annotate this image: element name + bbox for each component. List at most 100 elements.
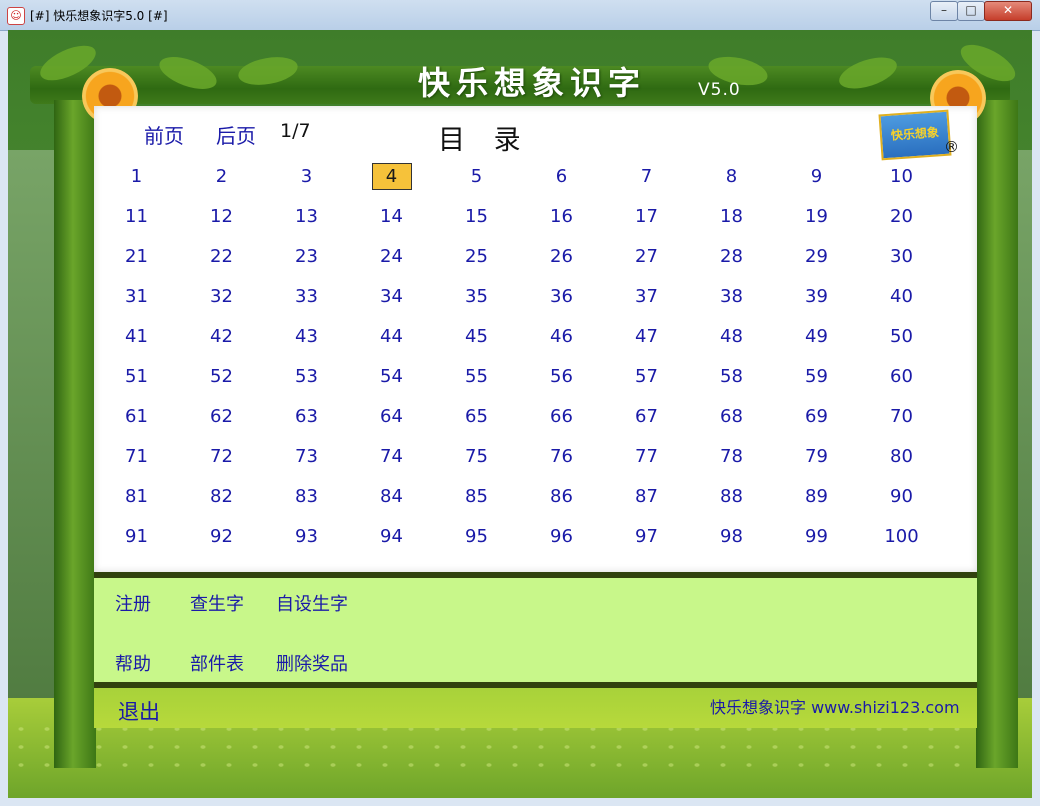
lesson-item[interactable]: 14: [349, 196, 434, 236]
lesson-item[interactable]: 76: [519, 436, 604, 476]
lesson-item[interactable]: 57: [604, 356, 689, 396]
lesson-item[interactable]: 91: [94, 516, 179, 556]
lesson-item[interactable]: 74: [349, 436, 434, 476]
lesson-item[interactable]: 32: [179, 276, 264, 316]
lesson-item[interactable]: 34: [349, 276, 434, 316]
lesson-item[interactable]: 100: [859, 516, 944, 556]
lesson-item[interactable]: 5: [434, 156, 519, 196]
lesson-item[interactable]: 75: [434, 436, 519, 476]
lesson-item[interactable]: 82: [179, 476, 264, 516]
site-link[interactable]: 快乐想象识字 www.shizi123.com: [710, 694, 960, 718]
lesson-item[interactable]: 77: [604, 436, 689, 476]
parts-table-button[interactable]: 部件表: [190, 650, 244, 676]
lesson-item[interactable]: 84: [349, 476, 434, 516]
lesson-item[interactable]: 36: [519, 276, 604, 316]
lesson-item[interactable]: 98: [689, 516, 774, 556]
lesson-item[interactable]: 1: [94, 156, 179, 196]
lesson-item[interactable]: 16: [519, 196, 604, 236]
custom-char-button[interactable]: 自设生字: [276, 590, 348, 616]
lesson-item[interactable]: 71: [94, 436, 179, 476]
lesson-item[interactable]: 54: [349, 356, 434, 396]
lesson-item[interactable]: 4: [349, 156, 434, 196]
lesson-item[interactable]: 19: [774, 196, 859, 236]
lesson-item[interactable]: 63: [264, 396, 349, 436]
lesson-item[interactable]: 11: [94, 196, 179, 236]
lesson-item[interactable]: 69: [774, 396, 859, 436]
lesson-item[interactable]: 47: [604, 316, 689, 356]
lesson-item[interactable]: 81: [94, 476, 179, 516]
check-char-button[interactable]: 查生字: [190, 590, 244, 616]
lesson-item[interactable]: 31: [94, 276, 179, 316]
lesson-item[interactable]: 85: [434, 476, 519, 516]
window-titlebar[interactable]: ☺ [#] 快乐想象识字5.0 [#] – □ ✕: [0, 0, 1040, 31]
lesson-item[interactable]: 58: [689, 356, 774, 396]
lesson-item[interactable]: 45: [434, 316, 519, 356]
lesson-item[interactable]: 30: [859, 236, 944, 276]
lesson-item[interactable]: 26: [519, 236, 604, 276]
lesson-item[interactable]: 23: [264, 236, 349, 276]
delete-prize-button[interactable]: 删除奖品: [276, 650, 348, 676]
lesson-item[interactable]: 52: [179, 356, 264, 396]
lesson-item[interactable]: 83: [264, 476, 349, 516]
lesson-item[interactable]: 41: [94, 316, 179, 356]
lesson-item[interactable]: 73: [264, 436, 349, 476]
lesson-item[interactable]: 92: [179, 516, 264, 556]
lesson-item[interactable]: 80: [859, 436, 944, 476]
exit-button[interactable]: 退出: [118, 696, 160, 726]
lesson-item[interactable]: 13: [264, 196, 349, 236]
lesson-item[interactable]: 21: [94, 236, 179, 276]
lesson-item[interactable]: 95: [434, 516, 519, 556]
lesson-item[interactable]: 44: [349, 316, 434, 356]
lesson-item[interactable]: 40: [859, 276, 944, 316]
lesson-item[interactable]: 7: [604, 156, 689, 196]
lesson-item[interactable]: 97: [604, 516, 689, 556]
lesson-item[interactable]: 60: [859, 356, 944, 396]
lesson-item[interactable]: 56: [519, 356, 604, 396]
lesson-item[interactable]: 89: [774, 476, 859, 516]
lesson-item[interactable]: 35: [434, 276, 519, 316]
lesson-item[interactable]: 88: [689, 476, 774, 516]
lesson-item[interactable]: 90: [859, 476, 944, 516]
lesson-item[interactable]: 86: [519, 476, 604, 516]
lesson-item[interactable]: 59: [774, 356, 859, 396]
lesson-item[interactable]: 62: [179, 396, 264, 436]
lesson-item[interactable]: 9: [774, 156, 859, 196]
lesson-item[interactable]: 8: [689, 156, 774, 196]
lesson-item[interactable]: 43: [264, 316, 349, 356]
next-page-button[interactable]: 后页: [216, 120, 256, 149]
lesson-item[interactable]: 33: [264, 276, 349, 316]
lesson-item[interactable]: 48: [689, 316, 774, 356]
lesson-item[interactable]: 68: [689, 396, 774, 436]
lesson-item[interactable]: 37: [604, 276, 689, 316]
lesson-item[interactable]: 94: [349, 516, 434, 556]
lesson-item[interactable]: 67: [604, 396, 689, 436]
lesson-item[interactable]: 64: [349, 396, 434, 436]
lesson-item[interactable]: 72: [179, 436, 264, 476]
lesson-item[interactable]: 78: [689, 436, 774, 476]
close-button[interactable]: ✕: [984, 1, 1032, 21]
maximize-button[interactable]: □: [957, 1, 985, 21]
lesson-item[interactable]: 15: [434, 196, 519, 236]
lesson-item[interactable]: 87: [604, 476, 689, 516]
lesson-item[interactable]: 17: [604, 196, 689, 236]
lesson-item[interactable]: 3: [264, 156, 349, 196]
lesson-item[interactable]: 12: [179, 196, 264, 236]
lesson-item[interactable]: 27: [604, 236, 689, 276]
lesson-item[interactable]: 61: [94, 396, 179, 436]
lesson-item[interactable]: 96: [519, 516, 604, 556]
prev-page-button[interactable]: 前页: [144, 120, 184, 149]
lesson-item[interactable]: 42: [179, 316, 264, 356]
help-button[interactable]: 帮助: [115, 650, 151, 676]
lesson-item[interactable]: 93: [264, 516, 349, 556]
lesson-item[interactable]: 79: [774, 436, 859, 476]
lesson-item[interactable]: 6: [519, 156, 604, 196]
lesson-item[interactable]: 25: [434, 236, 519, 276]
lesson-item[interactable]: 10: [859, 156, 944, 196]
minimize-button[interactable]: –: [930, 1, 958, 21]
lesson-item[interactable]: 38: [689, 276, 774, 316]
lesson-item[interactable]: 49: [774, 316, 859, 356]
lesson-item[interactable]: 24: [349, 236, 434, 276]
lesson-item[interactable]: 46: [519, 316, 604, 356]
lesson-item[interactable]: 39: [774, 276, 859, 316]
lesson-item[interactable]: 99: [774, 516, 859, 556]
